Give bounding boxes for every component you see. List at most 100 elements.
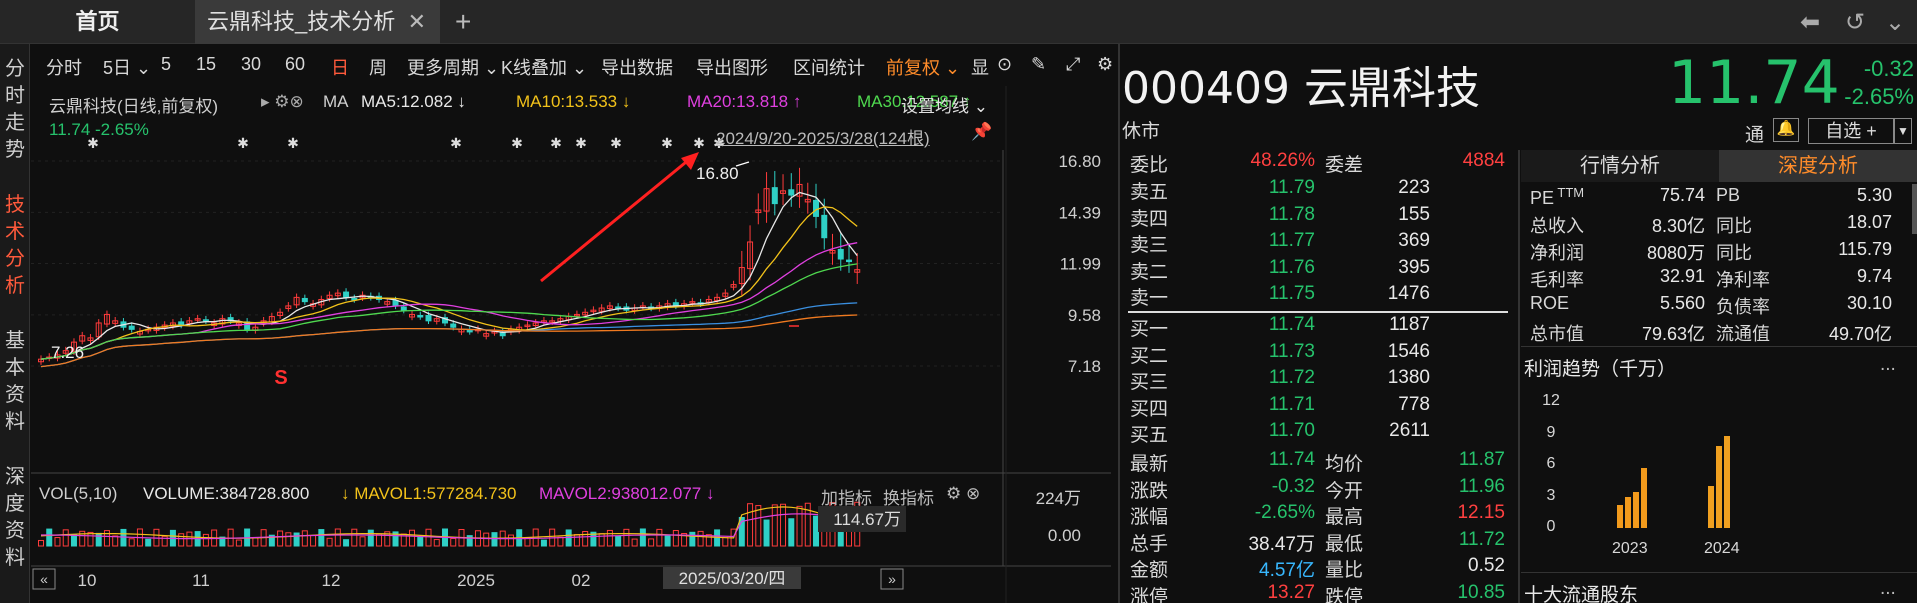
tab-home[interactable]: 首页 [0,0,195,44]
period-5day[interactable]: 5日 ⌄ [103,54,151,80]
period-5min[interactable]: 5 [161,54,171,75]
fullscreen-icon[interactable]: ⤢ [1066,54,1080,75]
close-icon[interactable]: ✕ [408,0,426,44]
adjust-dropdown[interactable]: 前复权 ⌄ [886,54,960,80]
event-marker-icon[interactable]: ✱ [550,135,562,151]
gear-icon[interactable]: ⚙ ⊗ [946,484,980,504]
ask-price[interactable]: 11.79 [1245,177,1315,199]
period-15min[interactable]: 15 [196,54,216,75]
volume-bar [70,534,77,547]
holders-more-button[interactable]: ... [1880,578,1896,600]
vol-cursor-value: 114.67万 [833,510,901,529]
event-marker-icon[interactable]: ✱ [610,135,622,151]
volume-bar [664,535,671,547]
ask-volume: 155 [1398,203,1430,225]
refresh-icon[interactable]: ↺ [1845,8,1865,37]
more-periods-dropdown[interactable]: 更多周期 ⌄ [407,54,499,80]
chevron-down-icon[interactable]: ▼ [1894,118,1912,144]
gear-icon[interactable]: ▸ ⚙⊗ [261,92,304,112]
mavol1-legend: ↓ MAVOL1:577284.730 [341,484,517,503]
ma-label: MA [323,92,349,111]
bid-price[interactable]: 11.73 [1245,341,1315,363]
event-marker-icon[interactable]: ✱ [511,135,523,151]
candle-body [837,248,844,260]
stat-value: 10.85 [1457,581,1505,603]
chevron-down-circle-icon[interactable]: ⊙ [997,54,1012,75]
ask-price[interactable]: 11.75 [1245,283,1315,305]
add-tab-button[interactable]: + [455,0,495,44]
tab-market-analysis[interactable]: 行情分析 [1521,150,1719,182]
bell-icon[interactable]: 🔔 [1773,118,1799,142]
event-marker-icon[interactable]: ✱ [661,135,673,151]
event-marker-icon[interactable]: ✱ [575,135,587,151]
bid-price[interactable]: 11.70 [1245,420,1315,442]
nav-intraday[interactable]: 分 时 走 势 [0,56,30,164]
export-data-button[interactable]: 导出数据 [601,54,673,80]
bid-price[interactable]: 11.72 [1245,367,1315,389]
metric-label: 净利润 [1530,243,1584,263]
ask-price[interactable]: 11.77 [1245,230,1315,252]
ask-price[interactable]: 11.76 [1245,257,1315,279]
metric-label: 净利率 [1716,270,1770,290]
event-marker-icon[interactable]: ✱ [237,135,249,151]
set-ma-dropdown[interactable]: 设置均线 ⌄ [901,92,988,117]
nav-deep-info[interactable]: 深 度 资 料 [0,464,30,572]
brush-icon[interactable]: ✎ [1031,54,1046,75]
price-change-pct: -2.65% [1844,84,1914,109]
range-stats-button[interactable]: 区间统计 [793,54,865,80]
profit-bar-2023 [1625,496,1631,528]
vol-y-bottom: 0.00 [1048,526,1081,545]
vol-y-top: 224万 [1036,489,1081,508]
nav-basic-info[interactable]: 基 本 资 料 [0,328,30,436]
bid-volume: 778 [1398,393,1430,415]
bid-price[interactable]: 11.74 [1245,314,1315,336]
period-30min[interactable]: 30 [241,54,261,75]
kline-chart-svg[interactable]: 16.80 14.39 11.99 9.58 7.18 16.80 7.26 ✱ ✱ ✱ ✱ ✱ ✱ ✱ ✱… [31,86,1111,603]
nav-technical-analysis[interactable]: 技 术 分 析 [0,192,30,300]
bid-price[interactable]: 11.71 [1245,394,1315,416]
back-arrow-icon[interactable]: ⬅ [1800,8,1820,37]
change-indicator-button[interactable]: 换指标 [883,484,934,509]
bid-volume: 1187 [1389,314,1430,335]
kline-chart-panel[interactable]: 16.80 14.39 11.99 9.58 7.18 16.80 7.26 ✱ ✱ ✱ ✱ ✱ ✱ ✱ ✱… [31,86,1111,603]
price-change: -0.32 [1863,56,1914,81]
candle-body [845,259,852,263]
export-chart-button[interactable]: 导出图形 [696,54,768,80]
scrollbar[interactable] [1912,184,1917,234]
x-tick-label: 11 [192,571,210,590]
add-indicator-button[interactable]: 加指标 [821,484,872,509]
add-watchlist-button[interactable]: 自选 + [1808,118,1894,144]
bid-level-label: 买四 [1130,398,1169,420]
tong-button[interactable]: 通 [1745,120,1764,147]
x-tick-label: 10 [78,571,97,590]
event-marker-icon[interactable]: ✱ [693,135,705,151]
chevron-down-icon[interactable]: ⌄ [1885,8,1905,37]
period-week[interactable]: 周 [369,54,387,80]
period-day[interactable]: 日 [331,54,349,80]
profit-more-button[interactable]: ... [1880,354,1896,376]
stat-value: 13.27 [1267,581,1315,603]
nav-char: 时 [5,85,25,107]
stat-label: 涨幅 [1130,507,1169,528]
gear-icon[interactable]: ⚙ [1097,54,1113,75]
mavol2-legend: MAVOL2:938012.077 ↓ [539,484,715,503]
tab-deep-analysis[interactable]: 深度分析 [1719,150,1917,182]
event-marker-icon[interactable]: ✱ [287,135,299,151]
event-marker-icon[interactable]: ✱ [450,135,462,151]
kline-overlay-label: K线叠加 [501,58,568,78]
y-tick-label: 7.18 [1068,357,1101,376]
tab-stock-analysis[interactable]: 云鼎科技_技术分析 ✕ [195,0,440,44]
period-intraday[interactable]: 分时 [46,54,82,80]
pin-icon[interactable]: 📌 [971,122,992,142]
ask-price[interactable]: 11.78 [1245,204,1315,226]
weicha-value: 4884 [1462,150,1505,171]
sell-signal-icon[interactable]: S [274,367,287,389]
current-pct: -2.65% [95,120,149,139]
nav-char: 料 [5,411,25,433]
profit-bar-2024 [1724,435,1730,528]
display-button[interactable]: 显 [971,54,989,80]
kline-overlay-dropdown[interactable]: K线叠加 ⌄ [501,54,587,80]
period-60min[interactable]: 60 [285,54,305,75]
ask-level-label: 卖一 [1130,288,1169,309]
metric-value: 32.91 [1659,266,1705,286]
